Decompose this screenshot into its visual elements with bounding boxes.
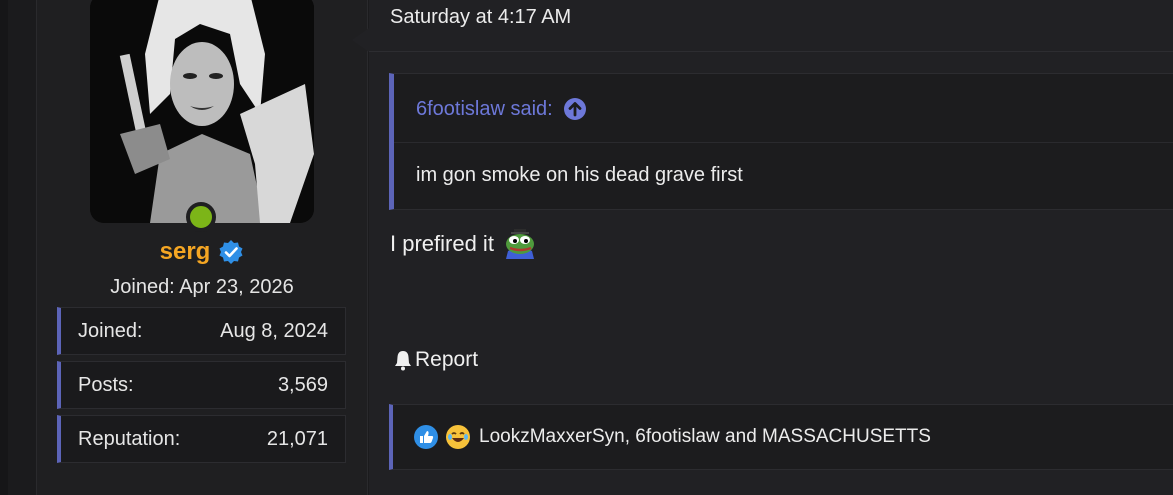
bell-icon	[393, 349, 413, 371]
forum-post-page: serg Joined: Apr 23, 2026 Joined: Aug 8,…	[0, 0, 1173, 495]
quote-attribution[interactable]: 6footislaw said:	[416, 97, 587, 121]
stat-label: Joined:	[78, 319, 143, 342]
divider	[369, 51, 1173, 52]
stat-reputation: Reputation: 21,071	[57, 415, 346, 463]
quote-block: 6footislaw said: im gon smoke on his dea…	[389, 73, 1173, 210]
user-joined-line: Joined: Apr 23, 2026	[110, 276, 294, 298]
stat-posts: Posts: 3,569	[57, 361, 346, 409]
reaction-users[interactable]: LookzMaxxerSyn, 6footislaw and MASSACHUS…	[479, 426, 931, 448]
post-date[interactable]: Saturday at 4:17 AM	[390, 6, 571, 29]
post-content: Saturday at 4:17 AM 6footislaw said: im …	[369, 0, 1173, 495]
username[interactable]: serg	[160, 238, 211, 266]
stat-joined: Joined: Aug 8, 2024	[57, 307, 346, 355]
bubble-pointer	[352, 28, 369, 52]
stat-value: Aug 8, 2024	[220, 319, 328, 342]
arrow-up-circle-icon[interactable]	[563, 97, 587, 121]
stat-label: Posts:	[78, 373, 134, 396]
post-body: I prefired it	[390, 229, 538, 259]
post-body-text: I prefired it	[390, 231, 494, 256]
report-button[interactable]: Report	[393, 348, 478, 372]
stat-label: Reputation:	[78, 427, 181, 450]
stat-value[interactable]: 3,569	[278, 374, 328, 397]
username-row: serg	[0, 238, 404, 266]
online-status-dot	[186, 202, 216, 232]
avatar[interactable]	[90, 0, 314, 223]
quote-author-link[interactable]: 6footislaw said:	[416, 98, 553, 121]
quote-text: im gon smoke on his dead grave first	[416, 164, 743, 186]
laugh-icon[interactable]	[445, 424, 471, 450]
stat-value: 21,071	[266, 427, 328, 450]
verified-badge-icon	[218, 239, 244, 265]
quote-divider	[394, 142, 1173, 143]
pepe-emoji-icon	[502, 229, 538, 259]
report-label[interactable]: Report	[415, 348, 478, 372]
like-icon[interactable]	[413, 424, 439, 450]
reactions-bar: LookzMaxxerSyn, 6footislaw and MASSACHUS…	[389, 404, 1173, 470]
